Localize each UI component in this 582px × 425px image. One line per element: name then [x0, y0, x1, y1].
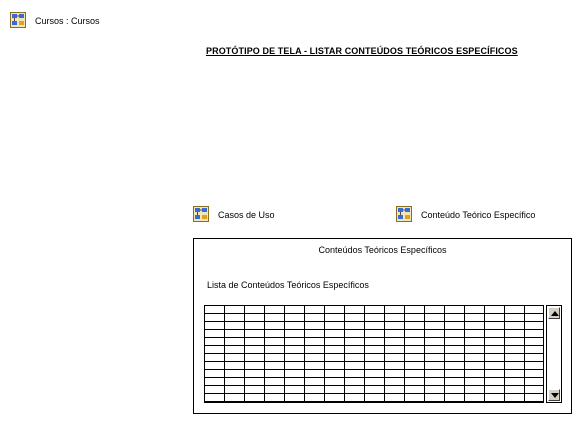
cursos-link[interactable]: Cursos : Cursos	[35, 16, 100, 26]
content-grid[interactable]	[204, 305, 544, 403]
arrow-down-icon[interactable]	[548, 389, 560, 401]
conteudo-teorico-link[interactable]: Conteúdo Teórico Específico	[421, 210, 535, 220]
vertical-scrollbar[interactable]	[546, 305, 562, 403]
casos-de-uso-link[interactable]: Casos de Uso	[218, 210, 275, 220]
form-panel: Conteúdos Teóricos Específicos Lista de …	[193, 238, 572, 414]
list-label: Lista de Conteúdos Teóricos Específicos	[207, 280, 369, 290]
arrow-up-icon[interactable]	[548, 307, 560, 319]
diagram-icon[interactable]	[10, 12, 26, 28]
list-grid-container	[204, 305, 562, 405]
page-title: PROTÓTIPO DE TELA - LISTAR CONTEÚDOS TEÓ…	[206, 46, 518, 56]
diagram-icon[interactable]	[193, 206, 209, 222]
diagram-icon[interactable]	[396, 206, 412, 222]
form-title: Conteúdos Teóricos Específicos	[318, 245, 447, 255]
